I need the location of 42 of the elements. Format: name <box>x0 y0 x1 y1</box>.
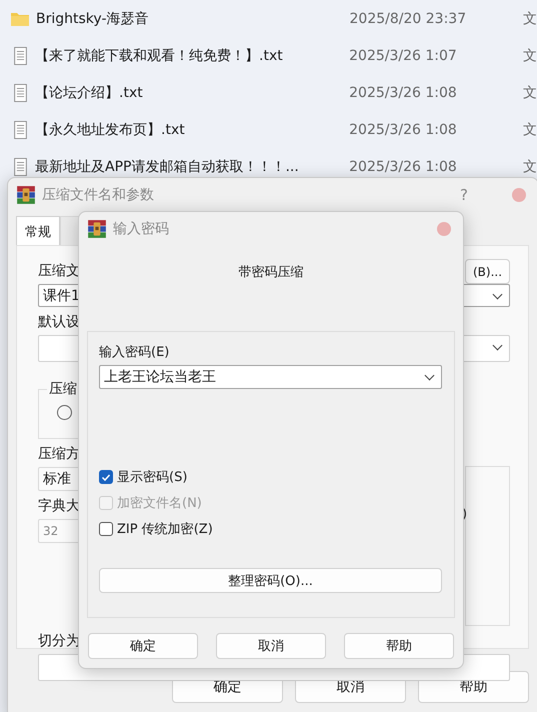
file-date: 2025/3/26 1:08 <box>349 84 458 100</box>
window-title: 压缩文件名和参数 <box>42 186 155 204</box>
browse-button[interactable]: (B)... <box>465 259 510 284</box>
file-date: 2025/3/26 1:08 <box>349 122 458 138</box>
text-file-icon <box>12 84 29 102</box>
file-name[interactable]: 最新地址及APP请发邮箱自动获取！！！... <box>35 158 316 176</box>
file-type: 文 <box>523 158 537 176</box>
close-button[interactable] <box>437 222 451 236</box>
dialog-button[interactable]: 帮助 <box>344 633 454 659</box>
file-name[interactable]: 【来了就能下载和观看！纯免费！】.txt <box>35 46 316 64</box>
file-type: 文 <box>523 10 537 28</box>
checkbox-option[interactable]: ZIP 传统加密(Z) <box>99 519 442 538</box>
close-button[interactable] <box>512 188 526 202</box>
checkbox-option[interactable]: 显示密码(S) <box>99 467 442 486</box>
winrar-icon <box>87 219 107 239</box>
group-label: 压缩 <box>47 380 79 398</box>
text-file-icon <box>12 158 29 176</box>
organize-passwords-button[interactable]: 整理密码(O)... <box>99 568 442 593</box>
file-date: 2025/8/20 23:37 <box>350 10 468 26</box>
tab[interactable]: 常规 <box>16 216 60 245</box>
file-date: 2025/3/26 1:07 <box>349 48 458 64</box>
file-type: 文 <box>523 120 537 138</box>
text-file-icon <box>12 120 29 138</box>
file-date: 2025/3/26 1:08 <box>349 158 458 174</box>
file-name[interactable]: Brightsky-海瑟音 <box>36 10 316 28</box>
field-label: 压缩文 <box>38 262 80 280</box>
field-label: 默认设 <box>38 313 80 331</box>
dialog-button[interactable]: 取消 <box>216 633 326 659</box>
file-name[interactable]: 【永久地址发布页】.txt <box>35 120 316 138</box>
password-field[interactable]: 上老王论坛当老王 <box>99 365 442 389</box>
folder-icon <box>10 10 30 26</box>
file-name[interactable]: 【论坛介绍】.txt <box>35 84 316 102</box>
file-type: 文 <box>523 84 537 102</box>
radio-button[interactable] <box>57 405 72 420</box>
window-title: 输入密码 <box>113 220 170 238</box>
dialog-heading: 带密码压缩 <box>238 264 304 282</box>
dialog-button[interactable]: 确定 <box>88 633 198 659</box>
winrar-icon <box>16 185 36 205</box>
field-label: 压缩方 <box>38 445 80 463</box>
file-type: 文 <box>523 46 537 64</box>
field-label: 输入密码(E) <box>99 344 170 361</box>
text-file-icon <box>12 46 29 64</box>
